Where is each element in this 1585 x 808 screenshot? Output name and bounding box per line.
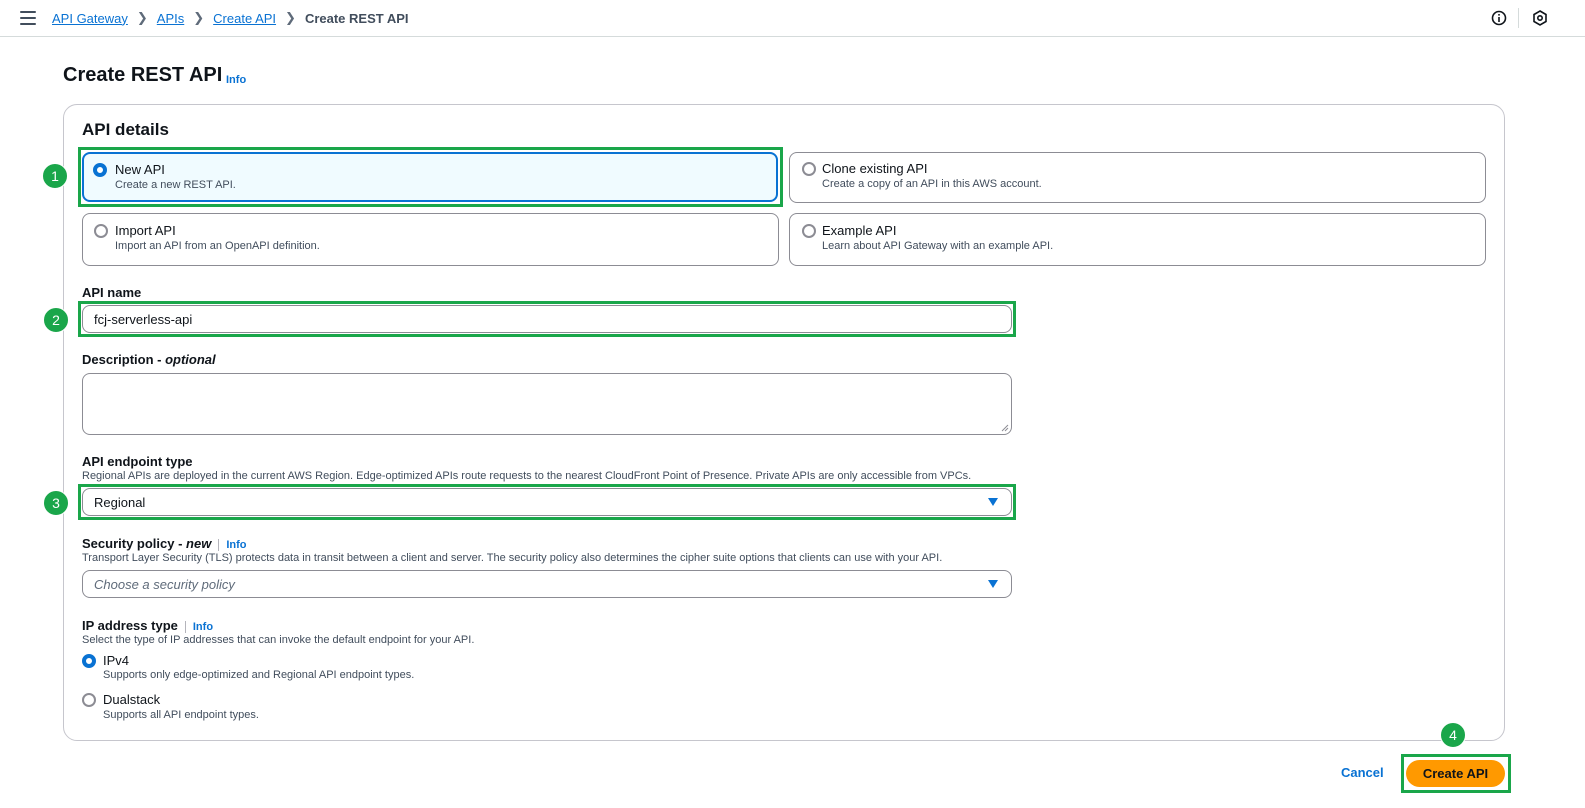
create-api-button[interactable]: Create API [1406, 760, 1505, 787]
api-name-value: fcj-serverless-api [94, 311, 193, 327]
breadcrumb-link-apis[interactable]: APIs [157, 11, 184, 26]
dualstack-label[interactable]: Dualstack [103, 692, 160, 707]
tile-clone-existing-api[interactable]: Clone existing API Create a copy of an A… [789, 152, 1486, 203]
endpoint-type-description: Regional APIs are deployed in the curren… [82, 470, 972, 482]
resize-handle-icon[interactable] [1001, 424, 1009, 432]
tile-example-api[interactable]: Example API Learn about API Gateway with… [789, 213, 1486, 266]
ip-address-type-description: Select the type of IP addresses that can… [82, 634, 475, 646]
breadcrumb-current: Create REST API [304, 10, 409, 26]
breadcrumb-link-api-gateway[interactable]: API Gateway [52, 11, 128, 26]
tile-description: Import an API from an OpenAPI definition… [115, 240, 320, 252]
endpoint-type-select[interactable]: Regional [82, 488, 1012, 516]
chevron-right-icon: ❯ [136, 10, 148, 25]
security-policy-info-link[interactable]: Info [226, 539, 246, 551]
ipv4-label[interactable]: IPv4 [103, 653, 129, 668]
chevron-right-icon: ❯ [285, 10, 296, 25]
tile-new-api[interactable]: New API Create a new REST API. [82, 152, 778, 202]
radio-ipv4[interactable] [82, 654, 96, 668]
page-info-link[interactable]: Info [226, 74, 246, 86]
caret-down-icon [988, 580, 998, 588]
security-policy-label: Security policy - new Info [82, 536, 247, 551]
toolbar-divider [1518, 8, 1519, 28]
description-label-text: Description [82, 352, 154, 367]
step-marker-2: 2 [43, 307, 69, 333]
tile-description: Learn about API Gateway with an example … [822, 240, 1054, 252]
tile-label: Example API [822, 223, 897, 238]
ip-address-type-info-link[interactable]: Info [193, 621, 213, 633]
chevron-right-icon: ❯ [193, 10, 205, 25]
security-policy-description: Transport Layer Security (TLS) protects … [82, 552, 943, 564]
ip-address-type-label-text: IP address type [82, 618, 178, 633]
hamburger-menu-icon[interactable] [20, 11, 36, 25]
cancel-button[interactable]: Cancel [1341, 765, 1384, 780]
breadcrumb: API Gateway ❯ APIs ❯ Create API ❯ Create… [52, 10, 409, 26]
divider [218, 538, 220, 551]
tile-description: Create a copy of an API in this AWS acco… [822, 178, 1042, 190]
api-name-label: API name [82, 285, 142, 300]
page-title: Create REST API [63, 64, 223, 86]
breadcrumb-link-create-api[interactable]: Create API [213, 11, 276, 26]
radio-clone-existing-api[interactable] [802, 162, 816, 176]
step-marker-4: 4 [1440, 722, 1466, 748]
info-circle-icon[interactable] [1491, 10, 1507, 26]
radio-example-api[interactable] [802, 224, 816, 238]
tile-description: Create a new REST API. [115, 179, 236, 191]
radio-new-api[interactable] [93, 163, 107, 177]
ip-address-type-label: IP address type Info [82, 618, 213, 633]
radio-dualstack[interactable] [82, 693, 96, 707]
ipv4-description: Supports only edge-optimized and Regiona… [103, 669, 415, 681]
security-policy-select[interactable]: Choose a security policy [82, 570, 1012, 598]
step-marker-1: 1 [42, 163, 68, 189]
endpoint-type-label: API endpoint type [82, 454, 193, 469]
divider [184, 620, 186, 633]
security-policy-label-text: Security policy [82, 536, 175, 551]
caret-down-icon [988, 498, 998, 506]
tile-label: Clone existing API [822, 161, 928, 176]
security-policy-new-tag: new [186, 536, 212, 551]
api-details-heading: API details [82, 120, 169, 139]
endpoint-type-value: Regional [94, 494, 146, 510]
description-textarea[interactable] [82, 373, 1012, 435]
description-optional-tag: optional [165, 352, 216, 367]
tile-label: New API [115, 162, 165, 177]
description-label: Description - optional [82, 352, 216, 367]
step-marker-3: 3 [43, 490, 69, 516]
api-name-input[interactable]: fcj-serverless-api [82, 305, 1012, 333]
radio-import-api[interactable] [94, 224, 108, 238]
tile-import-api[interactable]: Import API Import an API from an OpenAPI… [82, 213, 779, 266]
dualstack-description: Supports all API endpoint types. [103, 709, 259, 721]
hexagon-settings-icon[interactable] [1532, 10, 1548, 26]
top-navigation-bar: API Gateway ❯ APIs ❯ Create API ❯ Create… [0, 0, 1585, 37]
tile-label: Import API [115, 223, 176, 238]
security-policy-placeholder: Choose a security policy [94, 576, 235, 592]
